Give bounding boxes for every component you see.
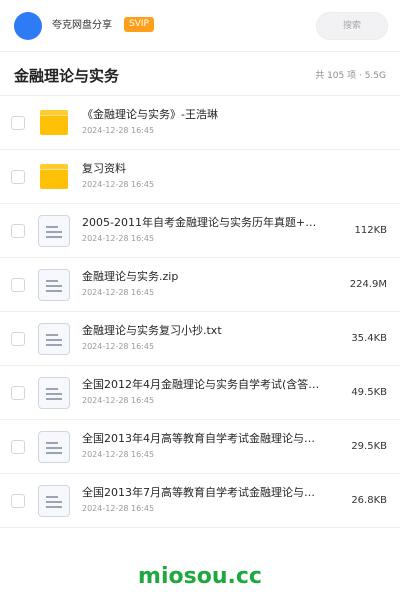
svip-badge[interactable]: SVIP — [124, 17, 154, 32]
document-icon — [38, 377, 70, 409]
file-name[interactable]: 全国2012年4月金融理论与实务自学考试(含答案)… — [82, 378, 322, 392]
document-icon — [38, 485, 70, 517]
watermark-text: miosou.cc — [138, 564, 262, 589]
file-name[interactable]: 全国2013年4月高等教育自学考试金融理论与实务试… — [82, 432, 322, 446]
file-name[interactable]: 《金融理论与实务》-王浩琳 — [82, 108, 218, 122]
file-date: 2024-12-28 16:45 — [82, 234, 155, 243]
avatar[interactable] — [14, 12, 42, 40]
document-icon — [38, 269, 70, 301]
row-checkbox[interactable] — [11, 170, 25, 184]
row-checkbox[interactable] — [11, 332, 25, 346]
file-date: 2024-12-28 16:45 — [82, 180, 155, 189]
file-name[interactable]: 复习资料 — [82, 162, 126, 176]
file-date: 2024-12-28 16:45 — [82, 342, 155, 351]
row-checkbox[interactable] — [11, 224, 25, 238]
top-bar: 夸克网盘分享 SVIP 搜索 — [0, 0, 400, 52]
file-row[interactable]: 金融理论与实务.zip 2024-12-28 16:45 224.9M — [0, 258, 400, 312]
file-row[interactable]: 2005-2011年自考金融理论与实务历年真题+答… 2024-12-28 16:… — [0, 204, 400, 258]
file-row[interactable]: 全国2013年7月高等教育自学考试金融理论与实务试… 2024-12-28 16:… — [0, 474, 400, 528]
file-size: 112KB — [354, 225, 387, 236]
row-checkbox[interactable] — [11, 278, 25, 292]
search-placeholder: 搜索 — [342, 21, 361, 31]
document-icon — [38, 431, 70, 463]
file-size: 29.5KB — [351, 441, 387, 452]
row-checkbox[interactable] — [11, 440, 25, 454]
file-date: 2024-12-28 16:45 — [82, 288, 155, 297]
file-name[interactable]: 全国2013年7月高等教育自学考试金融理论与实务试… — [82, 486, 322, 500]
file-date: 2024-12-28 16:45 — [82, 504, 155, 513]
file-date: 2024-12-28 16:45 — [82, 396, 155, 405]
folder-header: 金融理论与实务 共 105 项 · 5.5G — [0, 52, 400, 96]
file-name[interactable]: 2005-2011年自考金融理论与实务历年真题+答… — [82, 216, 322, 230]
file-row[interactable]: 全国2013年4月高等教育自学考试金融理论与实务试… 2024-12-28 16:… — [0, 420, 400, 474]
file-size: 35.4KB — [351, 333, 387, 344]
folder-icon — [38, 107, 70, 139]
folder-icon — [38, 161, 70, 193]
file-name[interactable]: 金融理论与实务.zip — [82, 270, 178, 284]
item-count: 共 105 项 · 5.5G — [315, 71, 386, 81]
row-checkbox[interactable] — [11, 494, 25, 508]
search-input[interactable]: 搜索 — [316, 12, 388, 40]
file-size: 26.8KB — [351, 495, 387, 506]
file-row[interactable]: 金融理论与实务复习小抄.txt 2024-12-28 16:45 35.4KB — [0, 312, 400, 366]
file-date: 2024-12-28 16:45 — [82, 126, 155, 135]
row-checkbox[interactable] — [11, 116, 25, 130]
page-title: 金融理论与实务 — [14, 67, 120, 85]
file-date: 2024-12-28 16:45 — [82, 450, 155, 459]
document-icon — [38, 323, 70, 355]
file-row[interactable]: 复习资料 2024-12-28 16:45 — [0, 150, 400, 204]
row-checkbox[interactable] — [11, 386, 25, 400]
file-size: 49.5KB — [351, 387, 387, 398]
file-list: 《金融理论与实务》-王浩琳 2024-12-28 16:45 复习资料 2024-12… — [0, 96, 400, 528]
file-size: 224.9M — [349, 279, 387, 290]
file-row[interactable]: 《金融理论与实务》-王浩琳 2024-12-28 16:45 — [0, 96, 400, 150]
file-name[interactable]: 金融理论与实务复习小抄.txt — [82, 324, 222, 338]
document-icon — [38, 215, 70, 247]
brand-name: 夸克网盘分享 — [52, 20, 112, 31]
file-row[interactable]: 全国2012年4月金融理论与实务自学考试(含答案)… 2024-12-28 16:… — [0, 366, 400, 420]
